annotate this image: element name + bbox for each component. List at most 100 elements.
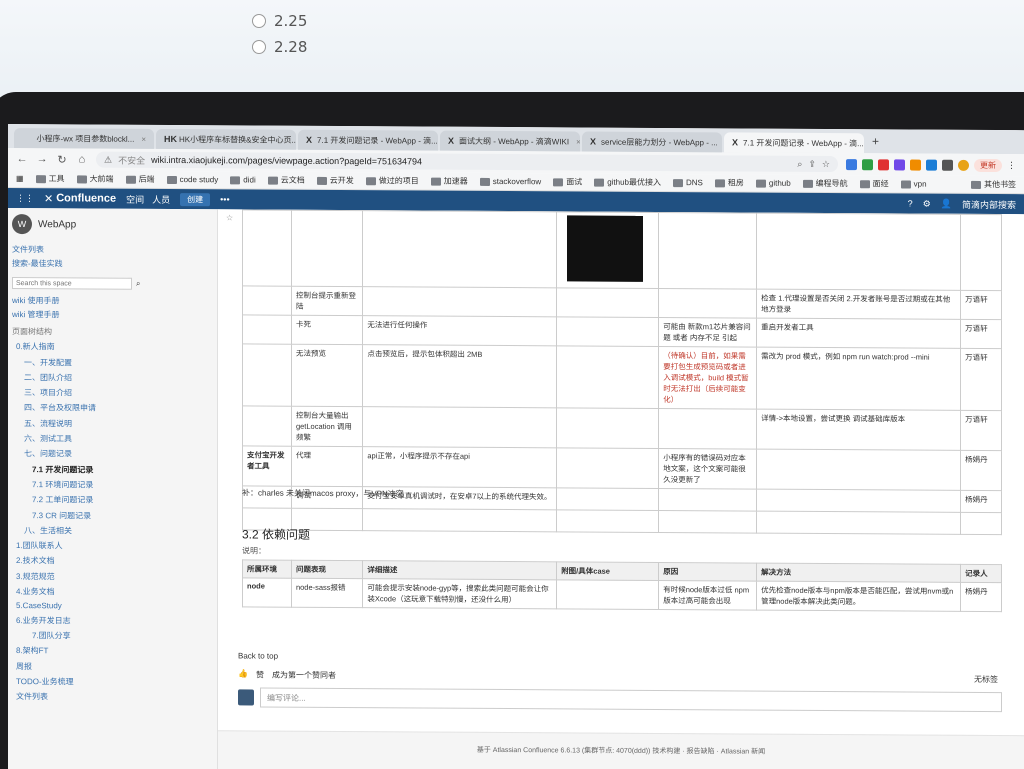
sidebar-tree-item[interactable]: 八、生活相关 [12, 525, 213, 537]
sidebar-tree-item[interactable]: 六、测试工具 [12, 433, 213, 445]
sidebar-tree-item[interactable]: 3.规范规范 [12, 571, 213, 583]
user-icon[interactable]: 👤 [941, 198, 952, 209]
nav-spaces[interactable]: 空间 [126, 192, 144, 205]
help-icon[interactable]: ? [908, 198, 913, 208]
like-button[interactable]: 赞 [256, 670, 264, 681]
browser-tab[interactable]: HKHK小程序车标替换&安全中心页...× [156, 128, 296, 150]
bookmark-folder[interactable]: 工具 [35, 173, 65, 184]
search-icon[interactable]: ⌕ [136, 279, 140, 289]
close-icon[interactable]: × [576, 137, 580, 146]
sidebar-tree-item[interactable]: 7.1 开发问题记录 [12, 464, 213, 476]
bookmark-folder[interactable]: 加速器 [430, 176, 468, 187]
zoom-icon[interactable]: ⌕ [797, 158, 802, 169]
star-icon[interactable]: ☆ [822, 158, 830, 169]
radio-icon[interactable] [252, 40, 266, 54]
thumbs-up-icon[interactable]: 👍 [238, 669, 248, 680]
browser-tab[interactable]: 小程序-wx 项目参数blockl... × [14, 128, 154, 149]
screenshot-image[interactable] [567, 215, 644, 282]
bookmark-folder[interactable]: 编程导航 [802, 178, 848, 189]
sidebar-tree-item[interactable]: 三、项目介绍 [12, 387, 213, 399]
nav-people[interactable]: 人员 [152, 192, 170, 205]
bookmark-folder[interactable]: stackoverflow [479, 177, 541, 186]
bookmark-folder[interactable]: 大前端 [76, 173, 114, 184]
labels-link[interactable]: 无标签 [974, 674, 998, 685]
bookmark-folder[interactable]: code study [166, 175, 218, 184]
sidebar-tree-item[interactable]: 8.架构FT [12, 645, 213, 657]
sidebar-tree-item[interactable]: 7.1 环境问题记录 [12, 479, 213, 491]
radio-icon[interactable] [252, 14, 266, 28]
star-icon[interactable]: ☆ [226, 213, 233, 222]
sidebar-link-wiki-manual[interactable]: wiki 使用手册 [12, 295, 213, 307]
sidebar-tree-item[interactable]: 一、开发配置 [12, 357, 213, 369]
create-button[interactable]: 创建 [180, 192, 211, 206]
sidebar-link-search-best[interactable]: 搜索-最佳实践 [12, 258, 213, 270]
bookmark-folder[interactable]: DNS [672, 178, 703, 187]
space-search-input[interactable] [12, 277, 132, 290]
browser-tab[interactable]: X7.1 开发问题记录 - WebApp - 滴...× [298, 129, 438, 151]
bookmark-folder[interactable]: github [755, 179, 791, 188]
space-logo-icon[interactable]: W [12, 214, 32, 235]
sidebar-link-wiki-admin[interactable]: wiki 管理手册 [12, 309, 213, 321]
bookmark-folder[interactable]: vpn [900, 179, 927, 189]
space-name[interactable]: WebApp [38, 219, 76, 230]
sidebar-tree-item[interactable]: 2.技术文档 [12, 555, 213, 567]
sidebar-tree-item[interactable]: 二、团队介绍 [12, 372, 213, 384]
reload-icon[interactable]: ↻ [56, 153, 68, 166]
extension-icon[interactable] [878, 158, 889, 170]
sidebar-tree-item[interactable]: 四、平台及权限申请 [12, 403, 213, 415]
avatar-icon[interactable] [958, 159, 969, 171]
extension-icon[interactable] [846, 158, 857, 170]
bookmark-folder[interactable]: 后端 [125, 174, 155, 185]
update-button[interactable]: 更新 [974, 158, 1002, 172]
bookmark-folder[interactable]: 云开发 [316, 175, 354, 186]
extension-icon[interactable] [926, 159, 937, 171]
apps-icon[interactable]: ▦ [16, 174, 24, 183]
sidebar-tree-item[interactable]: 0.新人指南 [12, 341, 213, 353]
sidebar-tree-item[interactable]: 周报 [12, 661, 213, 673]
sidebar-tree-item[interactable]: TODO-业务梳理 [12, 676, 213, 688]
comment-input[interactable]: 编写评论... [260, 687, 1002, 713]
sidebar-tree-item[interactable]: 文件列表 [12, 691, 213, 703]
sidebar-tree-item[interactable]: 7.2 工单问题记录 [12, 494, 213, 506]
sidebar-tree-item[interactable]: 4.业务文档 [12, 586, 213, 598]
url-field[interactable]: ⚠ 不安全 wiki.intra.xiaojukeji.com/pages/vi… [96, 151, 838, 173]
share-icon[interactable]: ⇪ [808, 158, 816, 169]
other-bookmarks[interactable]: 其他书签 [971, 179, 1016, 190]
browser-tab[interactable]: Xservice层能力划分 - WebApp - ...× [582, 131, 722, 153]
sidebar-tree-item[interactable]: 6.业务开发日志 [12, 615, 213, 627]
quiz-option-2[interactable]: 2.28 [252, 38, 307, 56]
app-switcher-icon[interactable]: ⋮⋮ [16, 193, 34, 204]
search-label[interactable]: 简滴内部搜索 [962, 197, 1016, 210]
sidebar-tree-item[interactable]: 7.团队分享 [12, 630, 213, 642]
bookmark-folder[interactable]: 做过的项目 [365, 175, 419, 186]
more-create-icon[interactable]: ••• [220, 194, 229, 204]
url-text[interactable]: wiki.intra.xiaojukeji.com/pages/viewpage… [151, 155, 422, 167]
browser-tab[interactable]: X7.1 开发问题记录 - WebApp - 滴...× [724, 132, 864, 154]
bookmark-folder[interactable]: 面试 [553, 176, 582, 187]
close-icon[interactable]: × [141, 134, 146, 143]
puzzle-icon[interactable] [942, 159, 953, 171]
sidebar-tree-item[interactable]: 五、流程说明 [12, 418, 213, 430]
sidebar-link-files[interactable]: 文件列表 [12, 244, 213, 256]
browser-tab[interactable]: X 面试大纲 - WebApp - 滴滴WIKI × [440, 130, 580, 152]
new-tab-button[interactable]: + [866, 134, 885, 148]
back-to-top-link[interactable]: Back to top [238, 651, 278, 660]
back-arrow-icon[interactable]: ← [16, 153, 28, 165]
bookmark-folder[interactable]: github最优接入 [594, 177, 661, 188]
extension-icon[interactable] [910, 159, 921, 171]
sidebar-tree-item[interactable]: 七、问题记录 [12, 448, 213, 460]
quiz-option-1[interactable]: 2.25 [252, 12, 307, 30]
bookmark-folder[interactable]: 云文档 [267, 175, 305, 186]
sidebar-tree-item[interactable]: 1.团队联系人 [12, 540, 213, 552]
extension-icon[interactable] [862, 158, 873, 170]
sidebar-tree-item[interactable]: 7.3 CR 问题记录 [12, 510, 213, 522]
settings-icon[interactable]: ⚙ [923, 198, 931, 209]
bookmark-folder[interactable]: didi [230, 175, 256, 185]
bookmark-folder[interactable]: 面经 [859, 178, 889, 189]
bookmark-folder[interactable]: 租房 [714, 177, 744, 188]
sidebar-tree-item[interactable]: 5.CaseStudy [12, 601, 213, 611]
home-icon[interactable]: ⌂ [76, 153, 88, 165]
more-icon[interactable]: ⋮ [1007, 160, 1016, 171]
confluence-logo[interactable]: ✕ Confluence [44, 192, 116, 205]
forward-arrow-icon[interactable]: → [36, 153, 48, 165]
